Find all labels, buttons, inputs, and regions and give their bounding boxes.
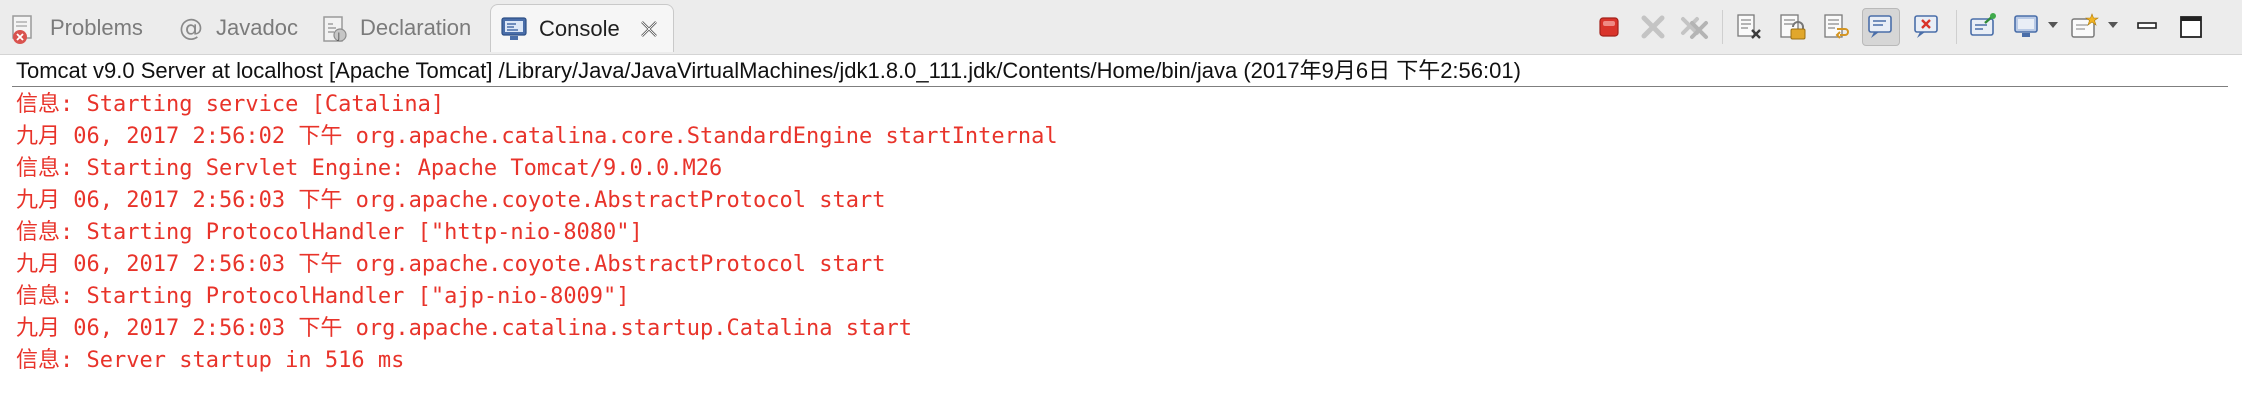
console-line: 信息: Server startup in 516 ms	[16, 348, 405, 373]
problems-icon	[12, 15, 38, 44]
console-line: 信息: Starting ProtocolHandler ["ajp-nio-8…	[16, 284, 630, 309]
tab-problems-label: Problems	[50, 15, 143, 40]
minimize-icon	[2136, 16, 2158, 38]
console-line: 九月 06, 2017 2:56:03 下午 org.apache.catali…	[16, 316, 912, 341]
pin-console-icon	[1969, 13, 1997, 41]
display-selected-console-icon	[2013, 13, 2041, 41]
pin-console-button[interactable]	[1968, 12, 1998, 42]
console-line: 信息: Starting service [Catalina]	[16, 92, 445, 117]
terminate-button[interactable]	[1594, 12, 1624, 42]
chevron-down-icon[interactable]	[2048, 22, 2058, 28]
tab-javadoc[interactable]: @ Javadoc	[178, 4, 298, 52]
show-console-on-stdout-button[interactable]	[1862, 8, 1900, 46]
tab-problems[interactable]: Problems	[12, 4, 143, 52]
console-icon	[501, 16, 527, 42]
svg-text:J: J	[337, 32, 341, 42]
console-line: 九月 06, 2017 2:56:03 下午 org.apache.coyote…	[16, 252, 886, 277]
tab-declaration-label: Declaration	[360, 15, 472, 40]
tab-console-label: Console	[539, 15, 620, 41]
clear-console-button[interactable]	[1734, 12, 1764, 42]
tab-declaration[interactable]: J Declaration	[322, 4, 471, 52]
maximize-icon	[2179, 15, 2203, 39]
remove-all-terminated-icon	[1680, 13, 1710, 41]
terminate-icon	[1598, 16, 1620, 38]
maximize-button[interactable]	[2176, 12, 2206, 42]
view-tab-bar: Problems @ Javadoc J Declaration Console	[0, 0, 2242, 55]
console-line: 九月 06, 2017 2:56:02 下午 org.apache.catali…	[16, 124, 1058, 149]
show-console-on-stderr-button[interactable]	[1912, 12, 1942, 42]
open-console-icon	[2070, 13, 2100, 41]
console-description: Tomcat v9.0 Server at localhost [Apache …	[16, 58, 1521, 83]
console-output[interactable]: 信息: Starting service [Catalina] 九月 06, 2…	[16, 89, 2226, 409]
display-selected-console-button[interactable]	[2012, 12, 2042, 42]
scroll-lock-icon	[1779, 13, 1807, 41]
console-line: 九月 06, 2017 2:56:03 下午 org.apache.coyote…	[16, 188, 886, 213]
clear-console-icon	[1735, 13, 1763, 41]
tab-javadoc-label: Javadoc	[216, 15, 298, 40]
open-console-button[interactable]	[2070, 12, 2100, 42]
toolbar-separator	[1956, 10, 1957, 44]
remove-all-terminated-button[interactable]	[1680, 12, 1710, 42]
remove-launch-icon	[1640, 14, 1666, 40]
console-line: 信息: Starting Servlet Engine: Apache Tomc…	[16, 156, 723, 181]
close-icon[interactable]	[638, 18, 660, 40]
tab-console[interactable]: Console	[490, 4, 674, 52]
console-view: Problems @ Javadoc J Declaration Console…	[0, 0, 2242, 418]
word-wrap-button[interactable]	[1822, 12, 1852, 42]
show-console-on-stdout-icon	[1867, 13, 1895, 41]
show-console-on-stderr-icon	[1913, 13, 1941, 41]
description-divider	[12, 86, 2228, 87]
remove-launch-button[interactable]	[1638, 12, 1668, 42]
chevron-down-icon[interactable]	[2108, 22, 2118, 28]
minimize-button[interactable]	[2132, 12, 2162, 42]
declaration-icon: J	[322, 15, 348, 42]
toolbar-separator	[1722, 10, 1723, 44]
console-line: 信息: Starting ProtocolHandler ["http-nio-…	[16, 220, 643, 245]
scroll-lock-button[interactable]	[1778, 12, 1808, 42]
javadoc-at-icon: @	[179, 14, 203, 42]
word-wrap-icon	[1823, 13, 1851, 41]
